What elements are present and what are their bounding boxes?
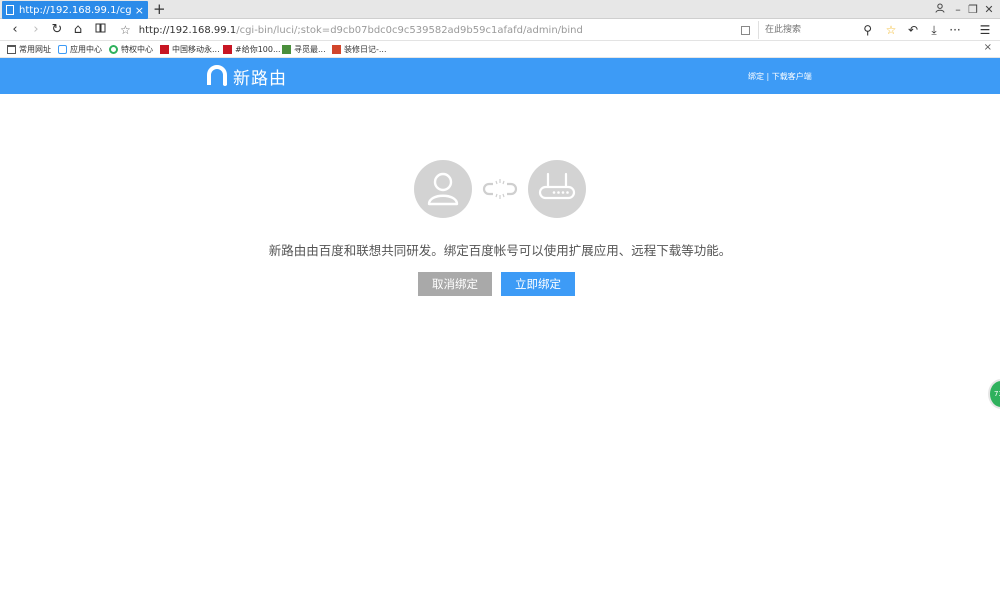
search-icon[interactable]: ⚲ [863,23,872,37]
bookmark-label: 装修日记-... [344,45,387,54]
back-icon[interactable]: ‹ [6,19,24,41]
bookmark-label: 寻觅最... [294,45,326,54]
browser-tab[interactable]: http://192.168.99.1/cgi-bin/l × [2,1,148,19]
bookmark-item[interactable]: 应用中心 [58,41,102,58]
unlink-icon [482,179,518,199]
tab-title: http://192.168.99.1/cgi-bin/l [19,4,132,16]
jd-icon [223,45,232,54]
bind-illustration [414,160,586,218]
navigation-bar: ‹ › ↻ ⌂ ☆ http://192.168.99.1/cgi-bin/lu… [0,19,1000,41]
brand-name: 新路由 [233,68,287,89]
bind-link[interactable]: 绑定 [748,72,764,81]
page-header: 新路由 绑定 | 下载客户端 [0,58,1000,94]
user-icon [427,172,459,206]
undo-close-icon[interactable]: ↶ [904,19,922,41]
folder-icon [7,45,16,54]
note-icon [332,45,341,54]
home-icon[interactable]: ⌂ [69,19,87,41]
bookmark-label: 常用网址 [19,45,51,54]
user-avatar-circle [414,160,472,218]
bookmark-item[interactable]: 特权中心 [109,41,153,58]
page-icon [6,5,14,15]
bookmarks-close-icon[interactable]: × [984,42,992,53]
bookmark-item[interactable]: 寻觅最... [282,41,326,58]
chrome-icon [109,45,118,54]
bookmark-label: 应用中心 [70,45,102,54]
url-text: http://192.168.99.1/cgi-bin/luci/;stok=d… [138,24,583,36]
bookmark-label: 特权中心 [121,45,153,54]
newifi-logo-icon [207,65,227,86]
account-icon[interactable] [933,0,947,19]
cancel-bind-button[interactable]: 取消绑定 [418,272,492,296]
floating-widget[interactable]: 73 [988,379,1000,409]
search-input[interactable] [759,21,854,39]
router-icon [538,172,576,200]
app-center-icon [58,45,67,54]
menu-icon[interactable]: ☰ [976,19,994,41]
header-links: 绑定 | 下载客户端 [748,71,812,82]
reading-mode-icon[interactable] [91,19,109,41]
reload-icon[interactable]: ↻ [48,19,66,41]
download-client-link[interactable]: 下载客户端 [772,72,812,81]
bookmark-item[interactable]: 常用网址 [7,41,51,58]
window-close-icon[interactable]: ✕ [982,0,996,19]
more-icon[interactable]: ··· [946,19,964,41]
forward-icon[interactable]: › [27,19,45,41]
pencil-icon [282,45,291,54]
favorites-icon[interactable]: ☆ [882,19,900,41]
bookmark-item[interactable]: 中国移动永... [160,41,220,58]
bookmark-label: #给你100... [235,45,281,54]
bookmark-star-icon[interactable]: ☆ [120,23,131,37]
new-tab-button[interactable]: + [153,0,166,19]
search-box: ⚲ [758,21,876,39]
link-separator: | [764,72,772,81]
download-icon[interactable]: ⤓ [925,19,943,41]
bookmark-item[interactable]: #给你100... [223,41,281,58]
bookmark-label: 中国移动永... [172,45,220,54]
tab-close-icon[interactable]: × [135,5,144,16]
jd-icon [160,45,169,54]
brand-logo[interactable]: 新路由 [206,64,287,89]
bind-now-button[interactable]: 立即绑定 [501,272,575,296]
tab-strip: http://192.168.99.1/cgi-bin/l × + – ❐ ✕ [0,0,1000,19]
qr-code-icon[interactable] [741,26,750,35]
restore-icon[interactable]: ❐ [966,0,980,19]
bookmarks-bar: 常用网址 应用中心 特权中心 中国移动永... #给你100... 寻觅最... 装修日记-… [0,41,1000,58]
address-bar[interactable]: ☆ http://192.168.99.1/cgi-bin/luci/;stok… [120,21,752,39]
bind-description: 新路由由百度和联想共同研发。绑定百度帐号可以使用扩展应用、远程下载等功能。 [268,243,732,258]
bookmark-item[interactable]: 装修日记-... [332,41,387,58]
router-circle [528,160,586,218]
minimize-icon[interactable]: – [951,0,965,19]
